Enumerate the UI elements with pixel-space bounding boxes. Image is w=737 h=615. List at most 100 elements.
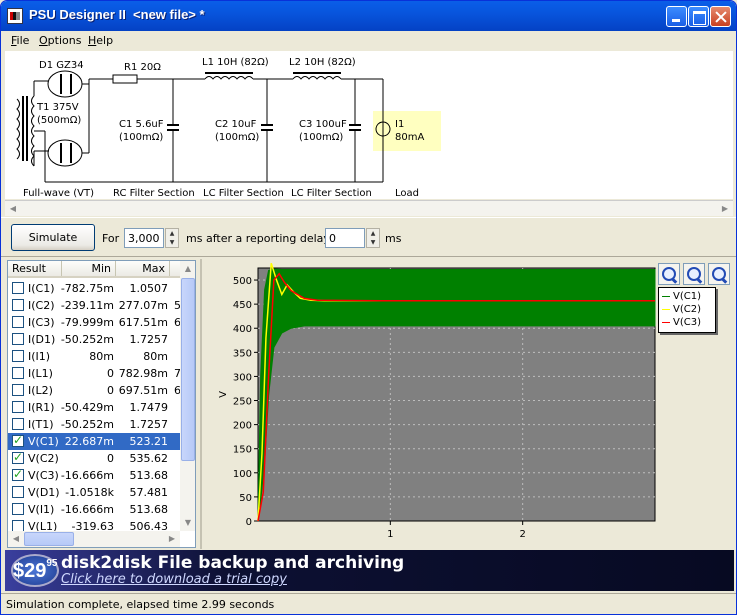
circuit-schematic[interactable]: D1 GZ34 T1 375V (500mΩ) R1 20Ω L1 10H (8…: [5, 51, 733, 199]
maximize-button[interactable]: [688, 6, 709, 27]
legend-entry: V(C2): [662, 303, 701, 316]
y-tick-label: 250: [233, 397, 252, 408]
results-list[interactable]: Result Min Max I(C1) -782.75m 1.0507 I(C2) -…: [7, 260, 196, 548]
delay-spinner[interactable]: ▲ ▼: [366, 228, 380, 248]
delay-input[interactable]: [325, 228, 365, 248]
column-header-result[interactable]: Result: [8, 261, 62, 276]
schematic-drawing: [16, 70, 441, 183]
status-text: Simulation complete, elapsed time 2.99 s…: [6, 598, 275, 611]
down-arrow-icon[interactable]: ▼: [367, 238, 379, 247]
zoom-in-icon[interactable]: [658, 263, 680, 285]
zoom-out-icon[interactable]: [683, 263, 705, 285]
legend-swatch: [662, 321, 670, 323]
minimize-button[interactable]: [666, 6, 687, 27]
for-label: For: [102, 232, 120, 245]
row-checkbox[interactable]: [12, 503, 24, 515]
zoom-reset-icon[interactable]: [708, 263, 730, 285]
title-bar[interactable]: PSU Designer II <new file> *: [1, 1, 736, 31]
table-row[interactable]: I(R1) -50.429m 1.7479: [8, 399, 180, 416]
row-checkbox[interactable]: [12, 282, 24, 294]
y-tick-label: 450: [233, 300, 252, 311]
results-hscrollbar[interactable]: ◀ ▶: [8, 531, 180, 547]
legend-label: V(C2): [673, 304, 701, 315]
voltage-chart[interactable]: 0 50 100 150 200 250 300 350 400 450 500 1 2 V: [202, 259, 735, 549]
table-row[interactable]: I(L2) 0 697.51m 6: [8, 382, 181, 399]
up-arrow-icon[interactable]: ▲: [166, 229, 178, 238]
close-button[interactable]: [710, 6, 731, 27]
row-max: 1.7479: [129, 401, 169, 414]
y-tick-label: 0: [246, 517, 252, 528]
row-min: -50.252m: [60, 418, 114, 431]
column-header-min[interactable]: Min: [62, 261, 116, 276]
app-window: PSU Designer II <new file> * File Option…: [0, 0, 737, 615]
row-checkbox[interactable]: [12, 350, 24, 362]
scroll-thumb[interactable]: [24, 532, 74, 546]
x-tick-label: 1: [387, 529, 393, 540]
y-tick-label: 200: [233, 421, 252, 432]
advert-banner[interactable]: $2995 disk2disk File backup and archivin…: [5, 550, 734, 591]
table-row[interactable]: I(I1) 80m 80m: [8, 348, 180, 365]
y-tick-label: 50: [239, 493, 252, 504]
menu-file[interactable]: File: [11, 34, 29, 47]
row-checkbox[interactable]: [12, 486, 24, 498]
table-row[interactable]: V(I1) -16.666m 513.68: [8, 501, 180, 518]
scroll-right-icon[interactable]: ▶: [164, 531, 180, 547]
menu-bar: File Options Help: [1, 31, 736, 50]
y-tick-label: 500: [233, 276, 252, 287]
table-row[interactable]: V(D1) -1.0518k 57.481: [8, 484, 180, 501]
scroll-up-icon[interactable]: ▲: [180, 261, 195, 277]
row-checkbox[interactable]: [12, 316, 24, 328]
duration-spinner[interactable]: ▲ ▼: [165, 228, 179, 248]
column-header-max[interactable]: Max: [116, 261, 170, 276]
row-checkbox[interactable]: [12, 433, 24, 447]
app-icon[interactable]: [7, 8, 23, 24]
scroll-left-icon[interactable]: ◀: [5, 201, 21, 217]
table-row[interactable]: I(L1) 0 782.98m 7: [8, 365, 181, 382]
scroll-left-icon[interactable]: ◀: [8, 531, 24, 547]
scroll-down-icon[interactable]: ▼: [180, 515, 195, 531]
row-checkbox[interactable]: [12, 384, 24, 396]
row-checkbox[interactable]: [12, 401, 24, 413]
ms-label: ms: [385, 232, 402, 245]
row-max: 1.7257: [129, 418, 169, 431]
row-min: -16.666m: [60, 503, 114, 516]
up-arrow-icon[interactable]: ▲: [367, 229, 379, 238]
row-min: 0: [107, 384, 114, 397]
table-row[interactable]: I(C1) -782.75m 1.0507: [8, 280, 180, 297]
results-header: Result Min Max: [8, 261, 180, 278]
scroll-thumb[interactable]: [181, 278, 195, 461]
row-checkbox[interactable]: [12, 450, 24, 464]
table-row[interactable]: I(D1) -50.252m 1.7257: [8, 331, 180, 348]
menu-help[interactable]: Help: [88, 34, 113, 47]
row-checkbox[interactable]: [12, 299, 24, 311]
table-row[interactable]: I(C2) -239.11m 277.07m 5: [8, 297, 181, 314]
row-min: -79.999m: [60, 316, 114, 329]
row-name: I(I1): [28, 350, 51, 363]
table-row[interactable]: I(C3) -79.999m 617.51m 6: [8, 314, 181, 331]
row-min: -16.666m: [60, 469, 114, 482]
table-row[interactable]: V(C2)0535.62: [8, 450, 180, 467]
row-min: 22.687m: [64, 435, 114, 448]
c2-label: C2 10uF (100mΩ): [215, 119, 260, 143]
schematic-hscrollbar[interactable]: ◀ ▶: [5, 200, 733, 216]
simulate-button[interactable]: Simulate: [11, 224, 95, 251]
duration-input[interactable]: [124, 228, 164, 248]
row-checkbox[interactable]: [12, 333, 24, 345]
row-min: -50.252m: [60, 333, 114, 346]
row-checkbox[interactable]: [12, 467, 24, 481]
row-max: 57.481: [129, 486, 169, 499]
table-row[interactable]: V(C3)-16.666m513.68: [8, 467, 180, 484]
delay-label: after a reporting delay of: [206, 232, 345, 245]
menu-options[interactable]: Options: [39, 34, 81, 47]
table-row[interactable]: I(T1) -50.252m 1.7257: [8, 416, 180, 433]
row-max: 523.21: [129, 435, 169, 448]
table-row[interactable]: V(C1)22.687m523.21: [8, 433, 180, 450]
l2-label: L2 10H (82Ω): [289, 57, 356, 68]
row-checkbox[interactable]: [12, 418, 24, 430]
r1-label: R1 20Ω: [124, 62, 161, 73]
down-arrow-icon[interactable]: ▼: [166, 238, 178, 247]
scroll-right-icon[interactable]: ▶: [717, 201, 733, 217]
banner-download-link[interactable]: Click here to download a trial copy: [61, 572, 287, 587]
row-checkbox[interactable]: [12, 367, 24, 379]
results-vscrollbar[interactable]: ▲ ▼: [180, 261, 195, 531]
